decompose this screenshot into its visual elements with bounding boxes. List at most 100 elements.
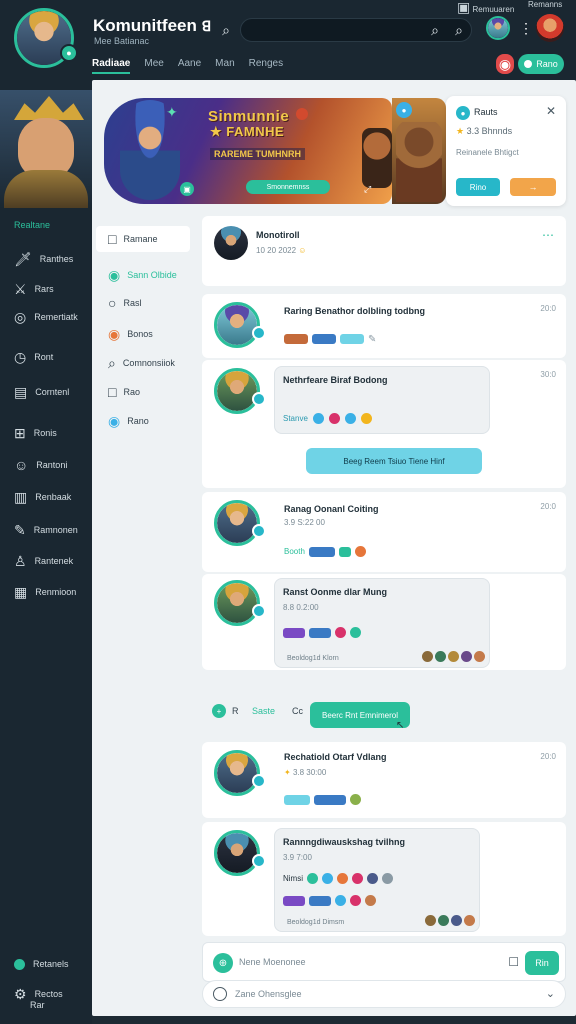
rail-bottom-item-2[interactable]: Rar: [30, 1000, 45, 1010]
rail-item-9[interactable]: ♙ Rantenek: [0, 550, 73, 572]
more-icon[interactable]: ⋮: [519, 20, 533, 37]
reaction-icon[interactable]: [354, 546, 366, 557]
tab-0[interactable]: Radiaae: [92, 58, 131, 74]
tab-2[interactable]: Aane: [178, 58, 201, 74]
message-card-1[interactable]: Nethrfeare Biraf Bodong Stanve 30:0 Beeg…: [202, 360, 566, 488]
reaction-icon[interactable]: [312, 413, 324, 424]
tag-pill[interactable]: [308, 546, 335, 557]
rail-item-3[interactable]: ◷ Ront: [0, 346, 53, 368]
rail-item-8[interactable]: ✎ Ramnonen: [0, 519, 78, 541]
tab-4[interactable]: Renges: [249, 58, 283, 74]
tag-pill[interactable]: [283, 895, 305, 906]
reaction-icon[interactable]: [352, 873, 363, 884]
profile-avatar[interactable]: [486, 16, 510, 40]
banner-action-icon[interactable]: ⤢: [364, 184, 371, 195]
post-card[interactable]: Monotiroll 10 20 2022 ☺ ⋯: [202, 216, 566, 286]
chevron-down-icon[interactable]: ⌄: [546, 987, 555, 1000]
tab-1[interactable]: Mee: [144, 58, 163, 74]
attach-icon[interactable]: ⊕: [213, 953, 233, 973]
search-icon: ⌕: [108, 355, 116, 371]
message-card-3[interactable]: Ranst Oonme dlar Mung 8.8 0.2:00 Beoldog…: [202, 574, 566, 670]
message-avatar: [214, 750, 260, 796]
secondary-input[interactable]: Zane Ohensglee ⌄: [202, 980, 566, 1008]
more-icon[interactable]: ⋯: [542, 228, 554, 242]
section-item-2[interactable]: ○ Rasl: [96, 292, 141, 314]
panel-badge-icon: ●: [396, 102, 412, 118]
emoji-icon[interactable]: ☐: [508, 955, 519, 969]
section-item-5[interactable]: □ Rao: [96, 381, 140, 403]
banner-subtitle: RAREME TUMHNRH: [210, 148, 305, 160]
game-banner[interactable]: ✦ Sinmunnie ★ FAMNHE RAREME TUMHNRH Smon…: [104, 98, 392, 204]
rail-item-1[interactable]: ⚔ Rars: [0, 278, 54, 300]
tag-pill[interactable]: [283, 627, 305, 638]
section-item-4[interactable]: ⌕ Comnonsiiok: [96, 352, 175, 374]
section-item-3[interactable]: ◉ Bonos: [96, 323, 153, 345]
section-item-6[interactable]: ◉ Rano: [96, 410, 149, 432]
tag-pill[interactable]: [340, 334, 364, 344]
window-icon: ▣: [457, 0, 471, 15]
tag-pill[interactable]: [312, 334, 336, 344]
section-item-1[interactable]: ◉ Sann Olbide: [96, 264, 177, 286]
search-icon[interactable]: ⌕: [218, 22, 234, 38]
banner-character-panel[interactable]: ●: [392, 98, 446, 204]
composer-input[interactable]: Nene Moenonee: [239, 957, 306, 967]
verified-icon: [252, 774, 266, 788]
notification-avatar[interactable]: [536, 14, 564, 42]
message-card-0[interactable]: Raring Benathor dolbling todbng 20:0 ✎: [202, 294, 566, 358]
banner-villain-image: [396, 122, 442, 202]
mini-avatar-icon: [451, 915, 462, 926]
primary-action-button[interactable]: Beerc Rnt Emnimerol: [310, 702, 410, 728]
reaction-icon[interactable]: [335, 627, 346, 638]
info-card-primary-button[interactable]: Rino: [456, 178, 500, 196]
square-icon: □: [108, 384, 117, 400]
reaction-icon[interactable]: [360, 413, 372, 424]
section-item-0[interactable]: □ Ramane: [96, 226, 190, 252]
close-icon[interactable]: ✕: [546, 104, 556, 118]
rail-item-4[interactable]: ▤ Corntenl: [0, 381, 69, 403]
message-card-2[interactable]: Ranag Oonanl Coiting 3.9 S:22 00 20:0 Bo…: [202, 492, 566, 572]
tag-pill[interactable]: [284, 334, 308, 344]
message-composer: ⊕ Nene Moenonee ☐ Rin: [202, 942, 566, 982]
reaction-icon[interactable]: [307, 873, 318, 884]
reaction-icon[interactable]: [382, 873, 393, 884]
reaction-icon[interactable]: [322, 873, 333, 884]
rail-item-7[interactable]: ▥ Renbaak: [0, 486, 71, 508]
tag-pill[interactable]: [309, 627, 331, 638]
reaction-icon[interactable]: [350, 895, 361, 906]
rail-item-10[interactable]: ▦ Renmioon: [0, 581, 76, 603]
message-card-5[interactable]: Rannngdiwauskshag tvilhng 3.9 7:00 Nimsi…: [202, 822, 566, 936]
status-toggle-button[interactable]: Rano: [518, 54, 564, 74]
reaction-icon[interactable]: [335, 895, 346, 906]
record-button[interactable]: ◉: [496, 54, 514, 74]
rail-item-6[interactable]: ☺ Rantoni: [0, 454, 67, 476]
reaction-icon[interactable]: [350, 794, 361, 805]
rail-item-0[interactable]: 🗡 Ranthes: [0, 248, 73, 270]
reaction-icon[interactable]: [344, 413, 356, 424]
reaction-icon[interactable]: [337, 873, 348, 884]
tag-pill[interactable]: [314, 794, 346, 805]
add-icon[interactable]: +: [212, 704, 226, 718]
tag-pill[interactable]: [338, 546, 351, 557]
pen-icon[interactable]: ✎: [368, 334, 376, 345]
search-icon[interactable]: ⌕: [431, 23, 439, 37]
banner-play-icon[interactable]: ▣: [180, 182, 194, 196]
send-button[interactable]: Rin: [525, 951, 559, 975]
tag-pill[interactable]: [284, 794, 310, 805]
info-card-secondary-button[interactable]: →: [510, 178, 556, 196]
action-label-2[interactable]: Saste: [252, 706, 275, 716]
message-card-4[interactable]: Rechatiold Otarf Vdlang ✦ 3.8 30:00 20:0: [202, 742, 566, 818]
reaction-icon[interactable]: [328, 413, 340, 424]
tag-pill[interactable]: [309, 895, 331, 906]
reaction-icon[interactable]: [365, 895, 376, 906]
reaction-icon[interactable]: [350, 627, 361, 638]
banner-play-button[interactable]: Smonnemnss: [246, 180, 330, 194]
reaction-icon[interactable]: [367, 873, 378, 884]
crown-icon: [14, 96, 84, 120]
rail-item-5[interactable]: ⊞ Ronis: [0, 422, 57, 444]
search-input[interactable]: ⌕ ⌕: [240, 18, 472, 42]
message-title: Nethrfeare Biraf Bodong: [283, 375, 388, 385]
rail-item-2[interactable]: ◎ Remertiatk: [0, 306, 78, 328]
rail-bottom-item-0[interactable]: Retanels: [0, 953, 69, 975]
tab-3[interactable]: Man: [215, 58, 234, 74]
search-icon[interactable]: ⌕: [455, 23, 463, 37]
